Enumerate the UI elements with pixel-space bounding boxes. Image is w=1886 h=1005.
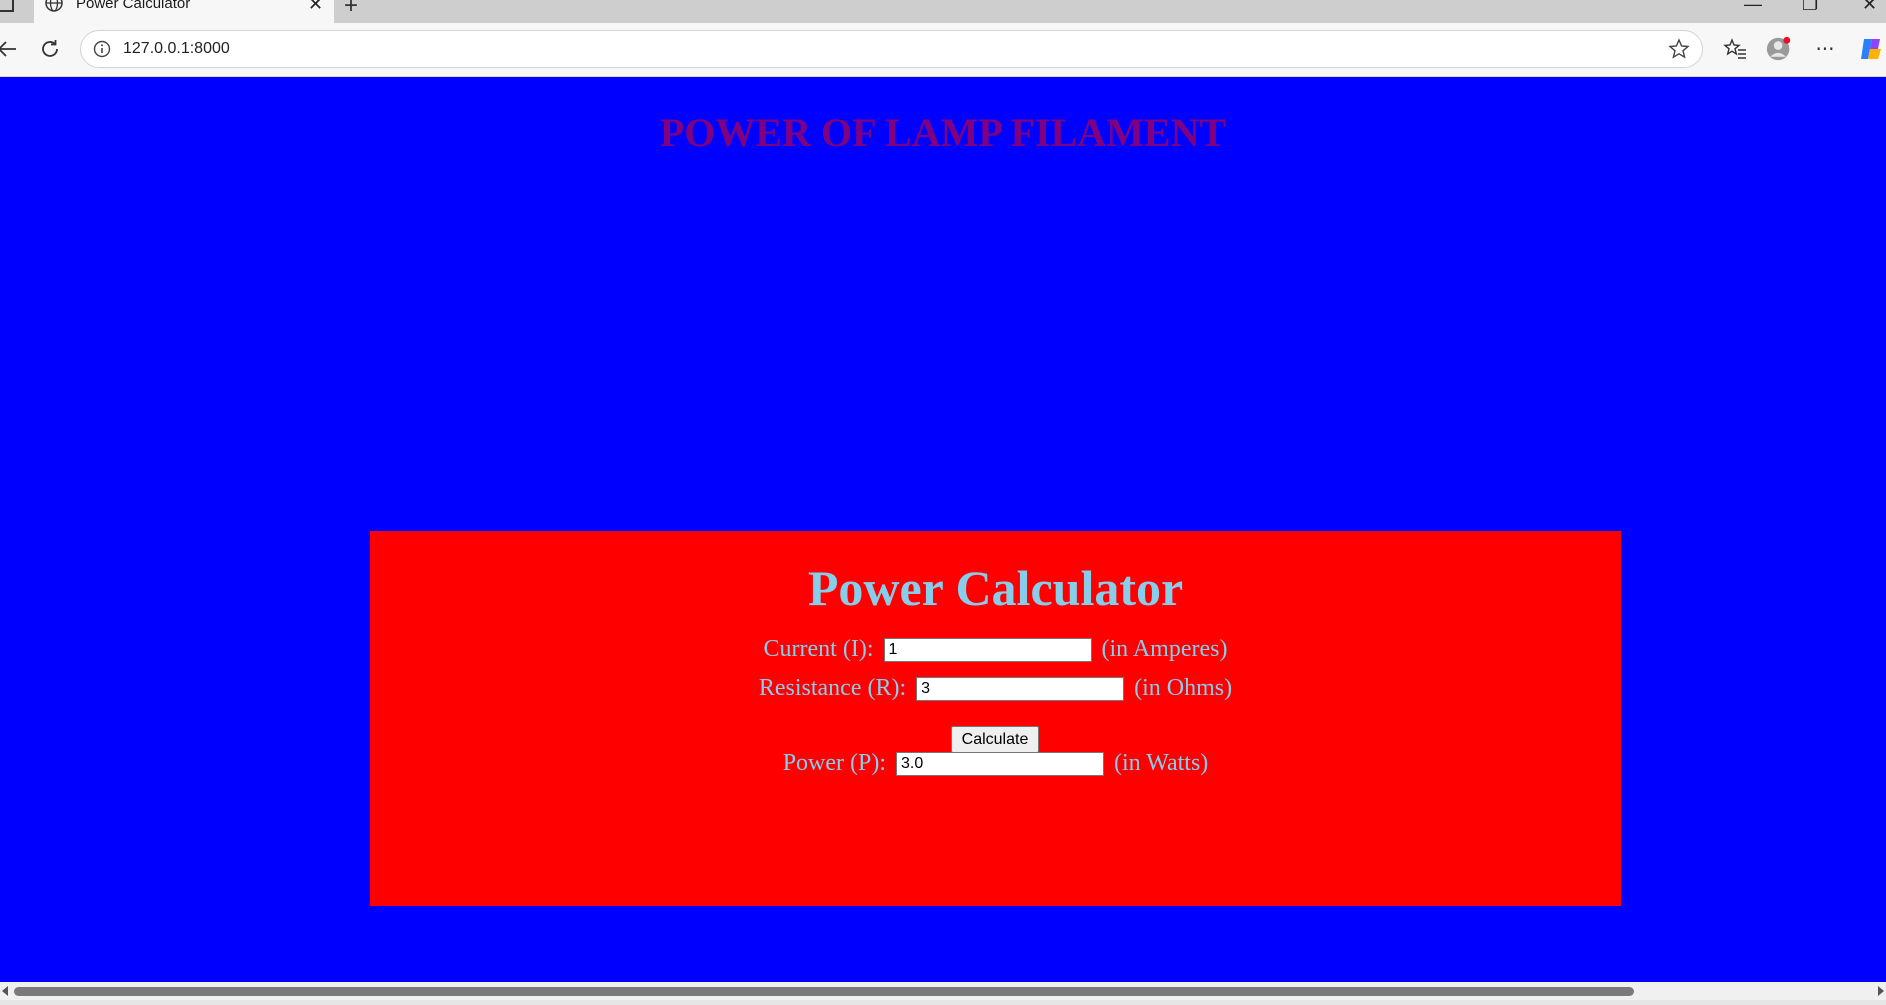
power-row: Power (P): (in Watts)	[370, 750, 1621, 777]
new-tab-icon[interactable]: +	[344, 0, 358, 20]
globe-icon	[45, 0, 63, 12]
close-icon[interactable]: ✕	[308, 0, 323, 15]
horizontal-scrollbar[interactable]	[0, 982, 1886, 1000]
resistance-label: Resistance (R):	[758, 675, 907, 701]
calculate-button[interactable]: Calculate	[951, 726, 1039, 753]
current-label: Current (I):	[763, 636, 874, 662]
calculator-panel: Power Calculator Current (I): (in Ampere…	[370, 531, 1621, 906]
tab-actions-icon[interactable]	[0, 0, 14, 12]
tab-title: Power Calculator	[76, 0, 191, 12]
favorite-star-icon[interactable]	[1668, 38, 1690, 60]
window-close-icon[interactable]: ✕	[1862, 0, 1877, 15]
scroll-left-icon[interactable]	[2, 986, 8, 996]
site-info-icon[interactable]	[93, 40, 111, 58]
more-options-icon[interactable]: ···	[1812, 36, 1838, 62]
window-bottom-edge	[0, 1000, 1886, 1005]
scrollbar-thumb[interactable]	[14, 987, 1634, 996]
scroll-right-icon[interactable]	[1878, 986, 1884, 996]
minimize-icon[interactable]: —	[1744, 0, 1762, 15]
power-output[interactable]	[896, 752, 1105, 777]
profile-icon[interactable]	[1766, 36, 1792, 62]
copilot-icon[interactable]	[1858, 36, 1884, 62]
reload-icon[interactable]	[37, 36, 63, 62]
current-input[interactable]	[883, 638, 1092, 663]
page-viewport: POWER OF LAMP FILAMENT Power Calculator …	[0, 77, 1886, 982]
power-label: Power (P):	[782, 750, 887, 776]
browser-tab-bar: Power Calculator ✕ + — ❐ ✕	[0, 0, 1886, 23]
url-text[interactable]: 127.0.0.1:8000	[123, 40, 230, 58]
restore-icon[interactable]: ❐	[1802, 0, 1818, 15]
browser-toolbar: 127.0.0.1:8000 ···	[0, 23, 1886, 77]
resistance-input[interactable]	[916, 677, 1125, 702]
back-icon[interactable]	[0, 36, 20, 62]
resistance-row: Resistance (R): (in Ohms)	[370, 675, 1621, 702]
resistance-unit: (in Ohms)	[1134, 675, 1233, 701]
favorites-icon[interactable]	[1722, 36, 1748, 62]
address-bar[interactable]: 127.0.0.1:8000	[80, 30, 1703, 68]
page-heading: POWER OF LAMP FILAMENT	[659, 110, 1227, 155]
power-unit: (in Watts)	[1114, 750, 1209, 776]
current-row: Current (I): (in Amperes)	[370, 636, 1621, 663]
current-unit: (in Amperes)	[1101, 636, 1228, 662]
browser-tab[interactable]: Power Calculator ✕	[34, 0, 334, 23]
calculator-title: Power Calculator	[807, 560, 1184, 616]
